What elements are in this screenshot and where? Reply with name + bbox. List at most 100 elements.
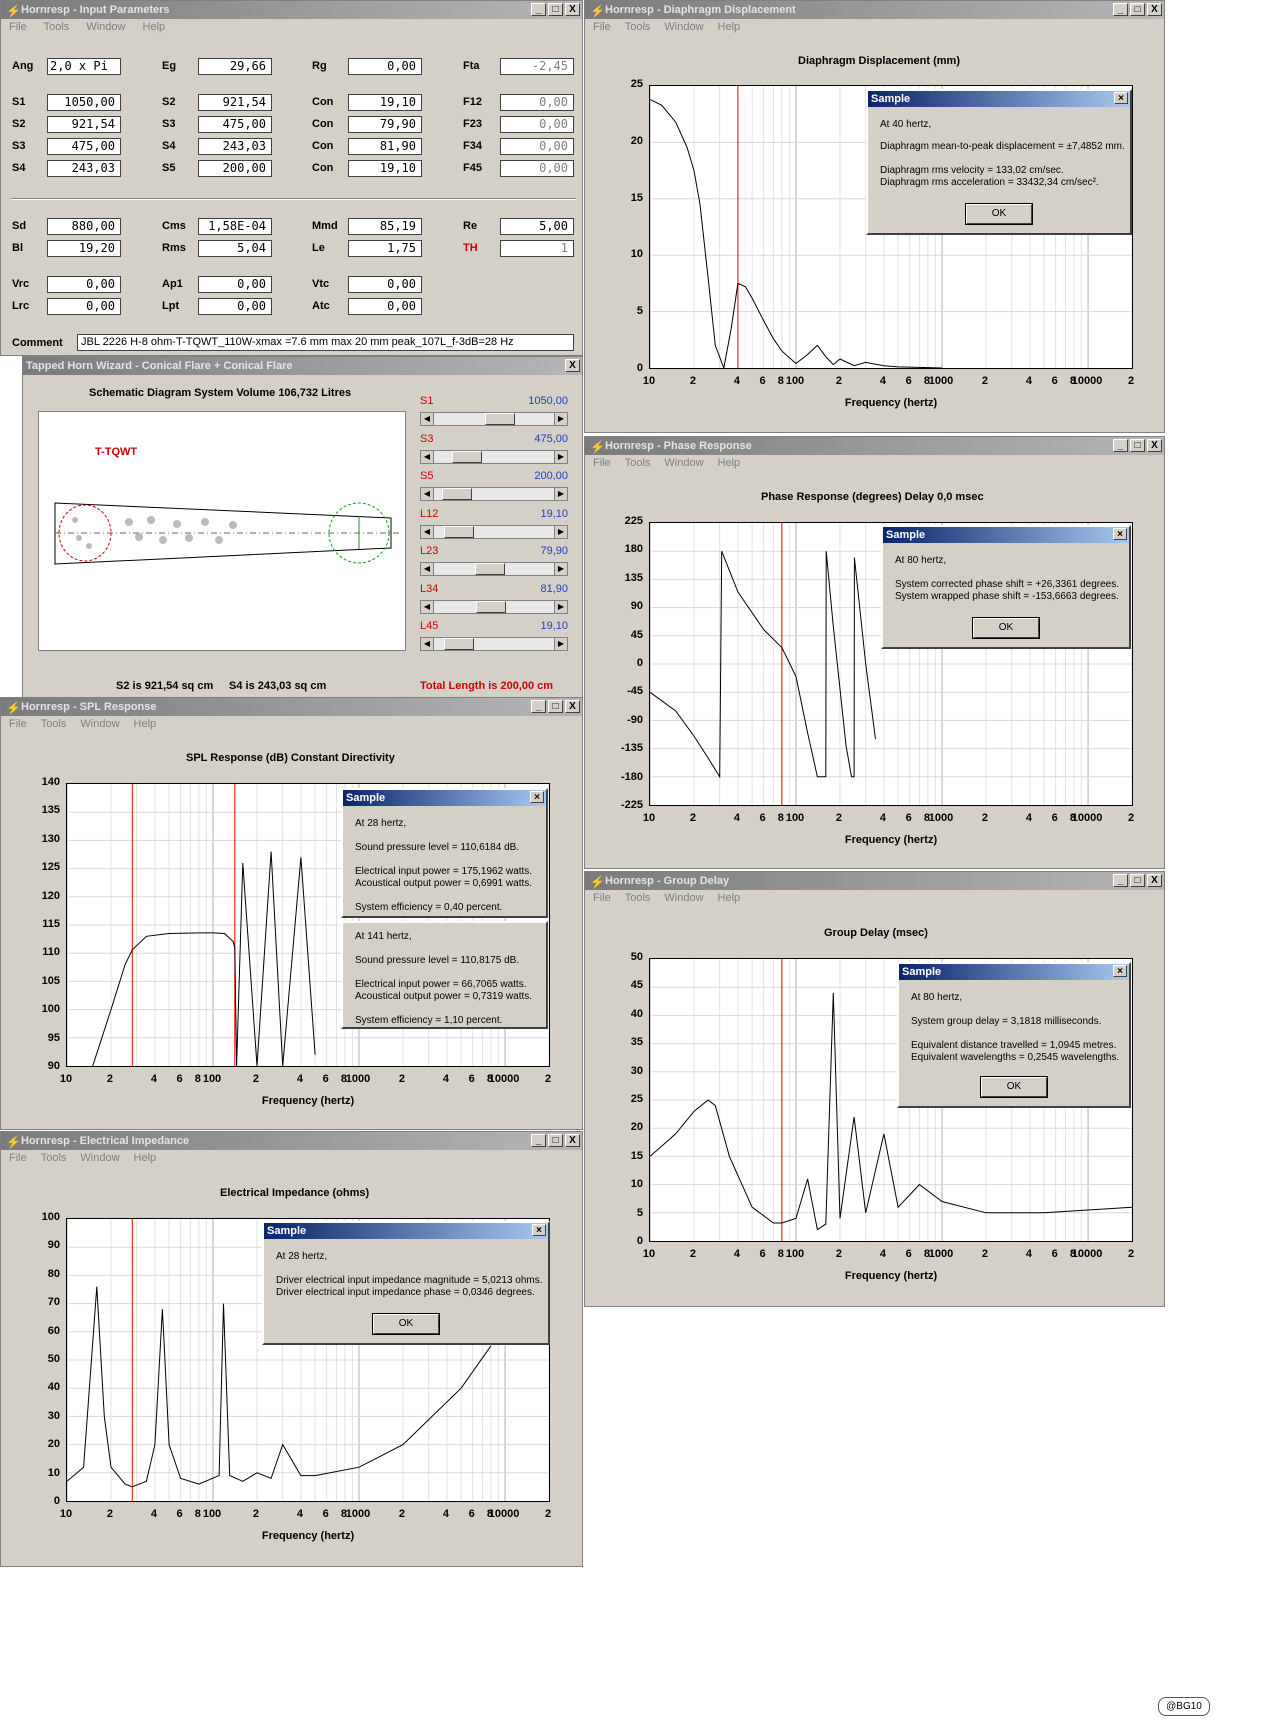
spl-title-bar[interactable]: ⚡ Hornresp - SPL Response _ □ X [1, 698, 582, 716]
menu-window[interactable]: Window [86, 21, 125, 33]
param-field[interactable]: 1,75 [348, 240, 422, 257]
slider-right-arrow-icon[interactable]: ▶ [554, 600, 567, 613]
dialog-close-icon[interactable]: × [1113, 528, 1127, 540]
menu-tools[interactable]: Tools [41, 718, 67, 730]
slider-left-arrow-icon[interactable]: ◀ [421, 488, 434, 500]
maximize-button[interactable]: □ [1130, 874, 1145, 887]
minimize-button[interactable]: _ [531, 3, 546, 16]
menu-window[interactable]: Window [664, 457, 703, 469]
maximize-button[interactable]: □ [1130, 439, 1145, 452]
slider-track[interactable]: ◀ ▶ [420, 562, 568, 576]
ok-button[interactable]: OK [980, 1076, 1048, 1098]
ok-button[interactable]: OK [965, 203, 1033, 225]
menu-tools[interactable]: Tools [625, 892, 651, 904]
param-field[interactable]: 243,03 [47, 160, 121, 177]
param-field[interactable]: 0,00 [198, 276, 272, 293]
param-field[interactable]: 475,00 [47, 138, 121, 155]
menu-tools[interactable]: Tools [44, 21, 70, 33]
phase-title-bar[interactable]: ⚡ Hornresp - Phase Response _ □ X [585, 437, 1164, 455]
slider-thumb[interactable] [476, 600, 507, 613]
displacement-title-bar[interactable]: ⚡ Hornresp - Diaphragm Displacement _ □ X [585, 1, 1164, 19]
slider-track[interactable]: ◀ ▶ [420, 487, 568, 501]
menu-file[interactable]: File [9, 21, 27, 33]
menu-help[interactable]: Help [718, 21, 741, 33]
slider-left-arrow-icon[interactable]: ◀ [421, 413, 434, 425]
param-field[interactable]: 921,54 [198, 94, 272, 111]
param-field[interactable]: 2,0 x Pi [47, 58, 121, 75]
close-button[interactable]: X [1147, 439, 1162, 452]
slider-left-arrow-icon[interactable]: ◀ [421, 525, 434, 538]
param-field[interactable]: 880,00 [47, 218, 121, 235]
param-field[interactable]: 81,90 [348, 138, 422, 155]
param-field[interactable]: 5,04 [198, 240, 272, 257]
minimize-button[interactable]: _ [1113, 874, 1128, 887]
impedance-title-bar[interactable]: ⚡ Hornresp - Electrical Impedance _ □ X [1, 1132, 582, 1150]
menu-help[interactable]: Help [143, 21, 166, 33]
menu-file[interactable]: File [593, 457, 611, 469]
close-button[interactable]: X [1147, 874, 1162, 887]
dialog-title-bar[interactable]: Sample × [343, 790, 546, 806]
menu-window[interactable]: Window [80, 718, 119, 730]
param-field[interactable]: 0,00 [500, 94, 574, 111]
ok-button[interactable]: OK [372, 1313, 440, 1335]
dialog-title-bar[interactable]: Sample × [868, 91, 1130, 107]
param-field[interactable]: 921,54 [47, 116, 121, 133]
slider-right-arrow-icon[interactable]: ▶ [554, 563, 567, 575]
slider-right-arrow-icon[interactable]: ▶ [554, 525, 567, 538]
slider-track[interactable]: ◀ ▶ [420, 412, 568, 426]
slider-left-arrow-icon[interactable]: ◀ [421, 600, 434, 613]
menu-help[interactable]: Help [718, 892, 741, 904]
menu-help[interactable]: Help [134, 718, 157, 730]
param-field[interactable]: 0,00 [348, 276, 422, 293]
param-field[interactable]: 19,10 [348, 94, 422, 111]
slider-right-arrow-icon[interactable]: ▶ [554, 638, 567, 650]
param-field[interactable]: 1,58E-04 [198, 218, 272, 235]
param-field[interactable]: 243,03 [198, 138, 272, 155]
menu-help[interactable]: Help [718, 457, 741, 469]
menu-tools[interactable]: Tools [625, 21, 651, 33]
slider-left-arrow-icon[interactable]: ◀ [421, 450, 434, 463]
menu-file[interactable]: File [593, 892, 611, 904]
slider-right-arrow-icon[interactable]: ▶ [554, 488, 567, 500]
maximize-button[interactable]: □ [548, 700, 563, 713]
slider-left-arrow-icon[interactable]: ◀ [421, 563, 434, 575]
dialog-close-icon[interactable]: × [532, 1224, 546, 1236]
menu-file[interactable]: File [593, 21, 611, 33]
param-field[interactable]: 475,00 [198, 116, 272, 133]
slider-track[interactable]: ◀ ▶ [420, 524, 568, 539]
dialog-title-bar[interactable]: Sample × [883, 527, 1129, 543]
slider-thumb[interactable] [484, 413, 515, 425]
ok-button[interactable]: OK [972, 617, 1040, 639]
slider-left-arrow-icon[interactable]: ◀ [421, 638, 434, 650]
menu-file[interactable]: File [9, 1152, 27, 1164]
minimize-button[interactable]: _ [1113, 439, 1128, 452]
group-title-bar[interactable]: ⚡ Hornresp - Group Delay _ □ X [585, 872, 1164, 890]
minimize-button[interactable]: _ [1113, 3, 1128, 16]
param-field[interactable]: 0,00 [198, 298, 272, 315]
dialog-title-bar[interactable]: Sample × [899, 964, 1129, 980]
maximize-button[interactable]: □ [548, 1134, 563, 1147]
param-field[interactable]: -2,45 [500, 58, 574, 75]
param-field[interactable]: 0,00 [348, 298, 422, 315]
close-button[interactable]: X [565, 700, 580, 713]
param-field[interactable]: 1 [500, 240, 574, 257]
slider-thumb[interactable] [475, 563, 506, 575]
slider-thumb[interactable] [451, 450, 482, 463]
close-button[interactable]: X [565, 1134, 580, 1147]
maximize-button[interactable]: □ [1130, 3, 1145, 16]
param-field[interactable]: 0,00 [500, 116, 574, 133]
slider-right-arrow-icon[interactable]: ▶ [554, 413, 567, 425]
slider-track[interactable]: ◀ ▶ [420, 449, 568, 464]
wizard-title-bar[interactable]: Tapped Horn Wizard - Conical Flare + Con… [23, 357, 582, 375]
menu-window[interactable]: Window [664, 21, 703, 33]
menu-window[interactable]: Window [80, 1152, 119, 1164]
dialog-close-icon[interactable]: × [1113, 965, 1127, 977]
slider-right-arrow-icon[interactable]: ▶ [554, 450, 567, 463]
param-field[interactable]: 0,00 [500, 160, 574, 177]
param-field[interactable]: 0,00 [47, 298, 121, 315]
param-field[interactable]: 1050,00 [47, 94, 121, 111]
param-field[interactable]: 5,00 [500, 218, 574, 235]
menu-file[interactable]: File [9, 718, 27, 730]
param-field[interactable]: 19,20 [47, 240, 121, 257]
slider-track[interactable]: ◀ ▶ [420, 637, 568, 651]
